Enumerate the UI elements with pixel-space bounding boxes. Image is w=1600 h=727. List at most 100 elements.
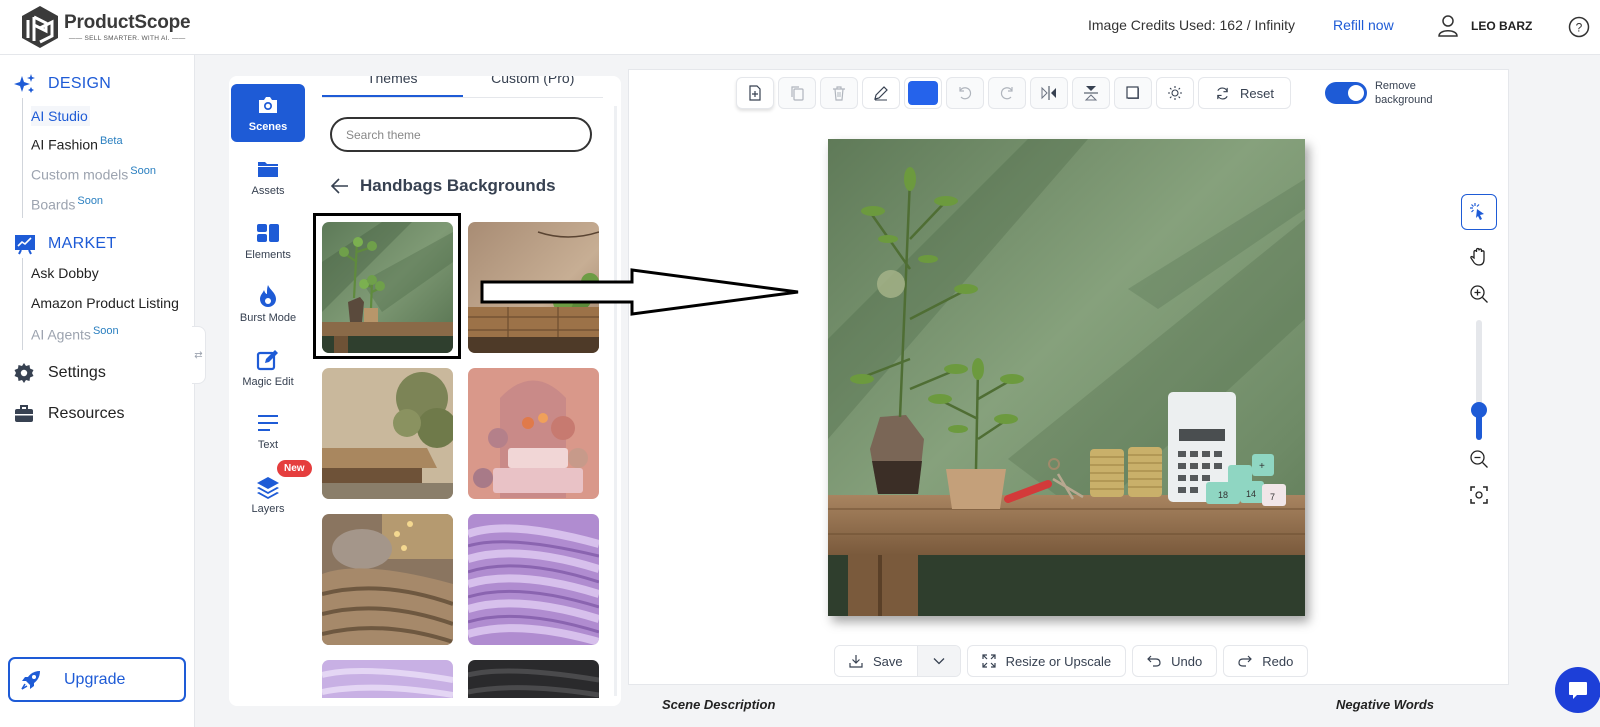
resize-upscale-button[interactable]: Resize or Upscale xyxy=(966,645,1127,677)
expand-icon xyxy=(982,654,996,668)
zoom-out-icon xyxy=(1470,450,1488,468)
camera-icon xyxy=(259,97,277,113)
theme-thumbnail[interactable] xyxy=(322,660,453,698)
theme-thumbnail[interactable] xyxy=(322,368,453,499)
folder-icon xyxy=(258,162,278,177)
zoom-in-button[interactable] xyxy=(1461,276,1497,312)
pan-tool-button[interactable] xyxy=(1461,239,1497,275)
rotate-ccw-icon xyxy=(959,87,972,100)
save-options-dropdown[interactable] xyxy=(916,646,960,676)
color-picker[interactable] xyxy=(904,77,942,109)
sidebar-collapse-handle[interactable]: ⇄ xyxy=(192,326,206,384)
top-header: ProductScope —— SELL SMARTER. WITH AI. —… xyxy=(0,0,1600,55)
shadow-square-icon xyxy=(1126,86,1139,99)
fit-to-screen-button[interactable] xyxy=(1461,477,1497,513)
sun-icon xyxy=(1168,86,1182,100)
sidebar: DESIGN AI Studio AI Fashion Beta Custom m… xyxy=(0,55,195,727)
tool-burst-mode[interactable]: Burst Mode xyxy=(231,275,305,333)
selected-color-swatch xyxy=(908,81,938,105)
market-subtree-line xyxy=(22,258,23,350)
tool-layers[interactable]: Layers New xyxy=(231,460,312,524)
svg-text:7: 7 xyxy=(1270,492,1275,502)
focus-frame-icon xyxy=(1470,486,1488,504)
sidebar-section-design[interactable]: DESIGN xyxy=(14,73,111,95)
sidebar-item-ask-dobby[interactable]: Ask Dobby xyxy=(31,265,99,281)
back-to-categories[interactable]: Handbags Backgrounds xyxy=(330,176,556,196)
soon-badge: Soon xyxy=(130,165,156,177)
soon-badge: Soon xyxy=(92,325,119,337)
canvas-image[interactable]: 18 14 7 + xyxy=(828,139,1305,616)
theme-thumbnail[interactable] xyxy=(322,514,453,645)
sidebar-item-ai-fashion[interactable]: AI Fashion Beta xyxy=(31,135,123,153)
purple-fur-image xyxy=(468,514,599,645)
flip-vertical-button[interactable] xyxy=(1072,77,1110,109)
brand-logo[interactable]: ProductScope —— SELL SMARTER. WITH AI. —… xyxy=(18,4,191,50)
zoom-in-icon xyxy=(1470,285,1488,303)
tool-assets[interactable]: Assets xyxy=(231,148,305,206)
search-theme-input[interactable] xyxy=(330,117,592,152)
delete-button[interactable] xyxy=(820,77,858,109)
green-wall-scene-image xyxy=(322,222,453,353)
tool-scenes[interactable]: Scenes xyxy=(231,84,305,142)
undo-icon xyxy=(1147,655,1161,667)
trash-icon xyxy=(833,86,845,101)
svg-text:+: + xyxy=(1259,461,1265,472)
user-menu[interactable]: LEO BARZ xyxy=(1437,14,1532,38)
scene-tabs: Themes Custom (Pro) xyxy=(322,76,603,98)
copy-icon xyxy=(791,86,804,101)
add-page-button[interactable] xyxy=(736,77,774,109)
sidebar-section-market[interactable]: MARKET xyxy=(14,233,116,255)
productscope-logo-icon xyxy=(22,6,58,48)
undo-button[interactable]: Undo xyxy=(1132,645,1218,677)
duplicate-button[interactable] xyxy=(778,77,816,109)
tab-custom-pro[interactable]: Custom (Pro) xyxy=(463,76,604,97)
dark-fur-image xyxy=(468,660,599,698)
theme-thumbnail[interactable] xyxy=(468,368,599,499)
theme-thumbnail[interactable] xyxy=(468,514,599,645)
rotate-left-button[interactable] xyxy=(946,77,984,109)
help-icon[interactable]: ? xyxy=(1568,16,1590,38)
rocket-icon xyxy=(21,670,40,690)
save-button[interactable]: Save xyxy=(835,646,917,676)
rotate-right-button[interactable] xyxy=(988,77,1026,109)
brand-name: ProductScope xyxy=(64,12,191,33)
edit-button[interactable] xyxy=(862,77,900,109)
shadow-button[interactable] xyxy=(1114,77,1152,109)
select-pointer-icon xyxy=(1470,203,1484,220)
tool-elements[interactable]: Elements xyxy=(231,212,305,270)
tool-magic-edit[interactable]: Magic Edit xyxy=(231,339,305,397)
refill-now-link[interactable]: Refill now xyxy=(1333,17,1394,33)
theme-thumbnail[interactable] xyxy=(468,660,599,698)
zoom-slider[interactable] xyxy=(1471,320,1487,440)
theme-thumbnail[interactable] xyxy=(468,222,599,353)
design-subtree-line xyxy=(22,98,23,218)
refresh-icon xyxy=(1217,87,1228,99)
flip-horizontal-button[interactable] xyxy=(1030,77,1068,109)
sidebar-item-resources[interactable]: Resources xyxy=(14,404,124,424)
theme-thumbnail[interactable]: green-wall-wooden-bench xyxy=(322,222,453,353)
zoom-out-button[interactable] xyxy=(1461,441,1497,477)
image-credits: Image Credits Used: 162 / Infinity xyxy=(1088,17,1295,33)
chat-support-button[interactable] xyxy=(1555,667,1600,713)
tool-text[interactable]: Text xyxy=(231,402,305,460)
tab-themes[interactable]: Themes xyxy=(322,76,463,97)
briefcase-icon xyxy=(15,405,33,422)
reset-button[interactable]: Reset xyxy=(1198,77,1291,109)
brightness-button[interactable] xyxy=(1156,77,1194,109)
zoom-slider-handle[interactable] xyxy=(1471,402,1487,418)
upgrade-button[interactable]: Upgrade xyxy=(8,657,186,702)
panel-scrollbar[interactable] xyxy=(614,106,617,696)
sidebar-item-amazon-listing[interactable]: Amazon Product Listing xyxy=(31,295,179,311)
sidebar-item-settings[interactable]: Settings xyxy=(14,363,106,383)
sidebar-item-custom-models: Custom models Soon xyxy=(31,165,156,183)
remove-background-label: Remove background xyxy=(1374,80,1433,106)
sidebar-item-ai-studio[interactable]: AI Studio xyxy=(31,106,90,126)
redo-button[interactable]: Redo xyxy=(1223,645,1309,677)
user-icon xyxy=(1438,15,1458,37)
remove-background-toggle[interactable] xyxy=(1324,82,1367,104)
download-icon xyxy=(849,655,863,668)
scene-description-label: Scene Description xyxy=(662,697,776,712)
select-tool-button[interactable] xyxy=(1461,194,1497,230)
text-lines-icon xyxy=(258,415,278,431)
user-name: LEO BARZ xyxy=(1471,19,1533,33)
